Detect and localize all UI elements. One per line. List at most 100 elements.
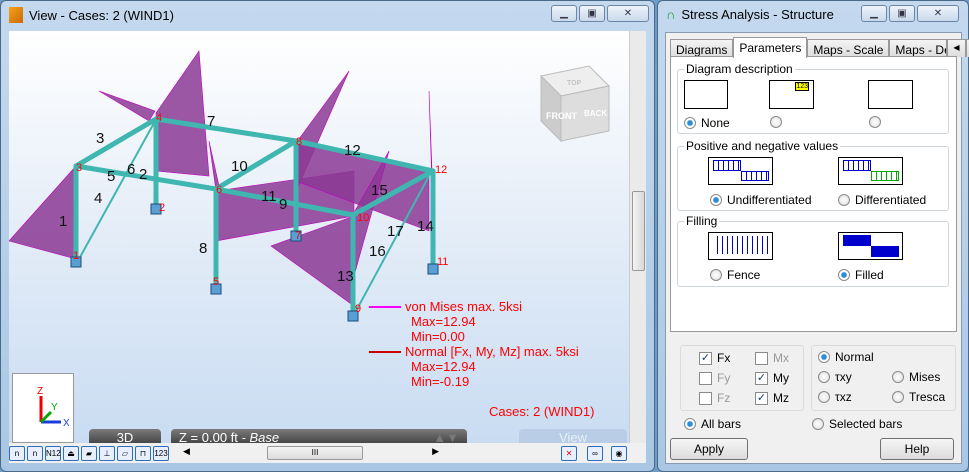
tab-scroll-left-icon[interactable]: ◀ [947, 39, 966, 57]
minimize-button[interactable]: ▁ [861, 5, 887, 22]
scroll-right-icon[interactable]: ▶ [432, 446, 439, 457]
mz-checkbox[interactable]: ✓ Mz [755, 391, 789, 405]
fz-checkbox[interactable]: Fz [699, 391, 730, 405]
stress-panel: Diagrams Parameters Maps - Scale Maps - … [665, 32, 969, 464]
view-window-controls: ▁ ▣ ✕ [551, 5, 649, 22]
my-checkbox[interactable]: ✓ My [755, 371, 789, 385]
tab-maps-def[interactable]: Maps - Def [889, 39, 948, 57]
maximize-button[interactable]: ▣ [579, 5, 605, 22]
member-label: 6 [127, 161, 135, 178]
display-tool-icon[interactable]: ◉ [611, 445, 627, 461]
description-none-radio[interactable]: None [684, 116, 730, 130]
member-label: 17 [387, 223, 404, 240]
mises-radio[interactable]: Mises [892, 370, 940, 384]
panel-numbers-tool-icon[interactable]: N12 [45, 445, 61, 461]
components-group: ✓ Fx Mx Fy ✓ My Fz ✓ Mz [680, 345, 804, 411]
fy-checkbox[interactable]: Fy [699, 371, 730, 385]
mx-checkbox[interactable]: Mx [755, 351, 789, 365]
legend-title: von Mises max. 5ksi [405, 299, 523, 314]
txz-radio[interactable]: τxz [818, 390, 852, 404]
view-cube[interactable]: TOP FRONT BACK [539, 65, 611, 143]
legend-min: Min=0.00 [411, 329, 465, 344]
tab-parameters[interactable]: Parameters [733, 37, 808, 58]
vertical-scrollbar[interactable] [629, 31, 646, 443]
fence-icon [708, 232, 773, 260]
cube-front-label: FRONT [546, 111, 577, 121]
maximize-button[interactable]: ▣ [889, 5, 915, 22]
robot-app-icon [9, 7, 23, 23]
group-label: Filling [684, 214, 720, 228]
loads-tool-icon[interactable]: ⊓ [135, 445, 151, 461]
help-button[interactable]: Help [880, 438, 954, 460]
legend-max: Max=12.94 [411, 359, 476, 374]
close-button[interactable]: ✕ [607, 5, 649, 22]
scroll-left-icon[interactable]: ◀ [183, 446, 190, 457]
tab-scroll-right-icon[interactable]: ▶ [965, 39, 969, 57]
view-window: View - Cases: 2 (WIND1) ▁ ▣ ✕ 1 2 3 4 5 … [0, 0, 655, 472]
supports-tool-icon[interactable]: ⏏ [63, 445, 79, 461]
horizontal-scrollbar[interactable]: ◀ III ▶ [181, 445, 441, 461]
3d-viewport[interactable]: 1 2 3 4 5 6 7 8 9 10 11 12 13 14 15 16 1… [9, 31, 629, 443]
scroll-thumb[interactable] [632, 191, 645, 271]
tab-bar: Diagrams Parameters Maps - Scale Maps - … [670, 37, 969, 58]
node-label: 5 [213, 276, 219, 288]
filled-radio[interactable]: Filled [838, 268, 884, 282]
pos-neg-group: Positive and negative values Undifferent… [677, 139, 949, 211]
differentiated-radio[interactable]: Differentiated [838, 193, 926, 207]
stress-title-bar: ∩ Stress Analysis - Structure [666, 7, 834, 22]
cases-label: Cases: 2 (WIND1) [489, 404, 595, 419]
txy-radio[interactable]: τxy [818, 370, 852, 384]
level-arrows-icon[interactable]: ▲▼ [433, 429, 459, 443]
member-label: 11 [261, 188, 277, 205]
local-axes-tool-icon[interactable]: ⊥ [99, 445, 115, 461]
undifferentiated-icon [708, 157, 773, 185]
group-label: Positive and negative values [684, 139, 841, 153]
stress-diagrams [9, 50, 435, 307]
node-label: 1 [73, 250, 79, 262]
hide-tool-icon[interactable]: ✕ [561, 445, 577, 461]
member-label: 12 [344, 142, 361, 159]
member-label: 2 [139, 166, 147, 183]
tab-maps-scale[interactable]: Maps - Scale [807, 39, 890, 57]
view-button[interactable]: View [519, 429, 627, 443]
load-values-tool-icon[interactable]: 123 [153, 445, 169, 461]
3d-mode-button[interactable]: 3D [89, 429, 161, 443]
apply-button[interactable]: Apply [670, 438, 748, 460]
member-label: 13 [337, 268, 354, 285]
view-title-bar: View - Cases: 2 (WIND1) [9, 7, 174, 23]
level-selector[interactable]: Z = 0.00 ft - Base ▲▼ [171, 429, 467, 443]
cube-back-label: BACK [584, 109, 607, 118]
legend-max: Max=12.94 [411, 314, 476, 329]
tab-diagrams[interactable]: Diagrams [670, 39, 734, 57]
normal-radio[interactable]: Normal [818, 350, 874, 364]
description-none-icon [684, 80, 728, 109]
selected-bars-radio[interactable]: Selected bars [812, 417, 902, 431]
scroll-thumb[interactable]: III [267, 446, 363, 460]
node-numbers-tool-icon[interactable]: n [9, 445, 25, 461]
undifferentiated-radio[interactable]: Undifferentiated [710, 193, 812, 207]
all-bars-radio[interactable]: All bars [684, 417, 741, 431]
tresca-radio[interactable]: Tresca [892, 390, 945, 404]
node-label: 12 [435, 164, 447, 176]
node-label: 11 [437, 256, 448, 268]
close-button[interactable]: ✕ [917, 5, 959, 22]
member-label: 8 [199, 240, 207, 257]
panels-tool-icon[interactable]: ▱ [117, 445, 133, 461]
stress-title: Stress Analysis - Structure [681, 7, 834, 22]
view-toolbar: n n N12 ⏏ ▰ ⊥ ▱ ⊓ 123 ◀ III ▶ ✕ ∞ ◉ [9, 443, 646, 463]
sections-tool-icon[interactable]: ▰ [81, 445, 97, 461]
fence-radio[interactable]: Fence [710, 268, 760, 282]
description-label-radio[interactable] [770, 116, 782, 128]
bar-numbers-tool-icon[interactable]: n [27, 445, 43, 461]
member-label: 4 [94, 190, 102, 207]
parameters-page: Diagram description 123 None Positive an… [670, 56, 957, 332]
member-label: 14 [417, 218, 434, 235]
member-label: 3 [96, 130, 104, 147]
description-values-radio[interactable] [869, 116, 881, 128]
member-label: 15 [371, 182, 388, 199]
fx-checkbox[interactable]: ✓ Fx [699, 351, 730, 365]
glasses-tool-icon[interactable]: ∞ [587, 445, 603, 461]
member-label: 5 [107, 168, 115, 185]
node-label: 4 [156, 112, 162, 124]
minimize-button[interactable]: ▁ [551, 5, 577, 22]
